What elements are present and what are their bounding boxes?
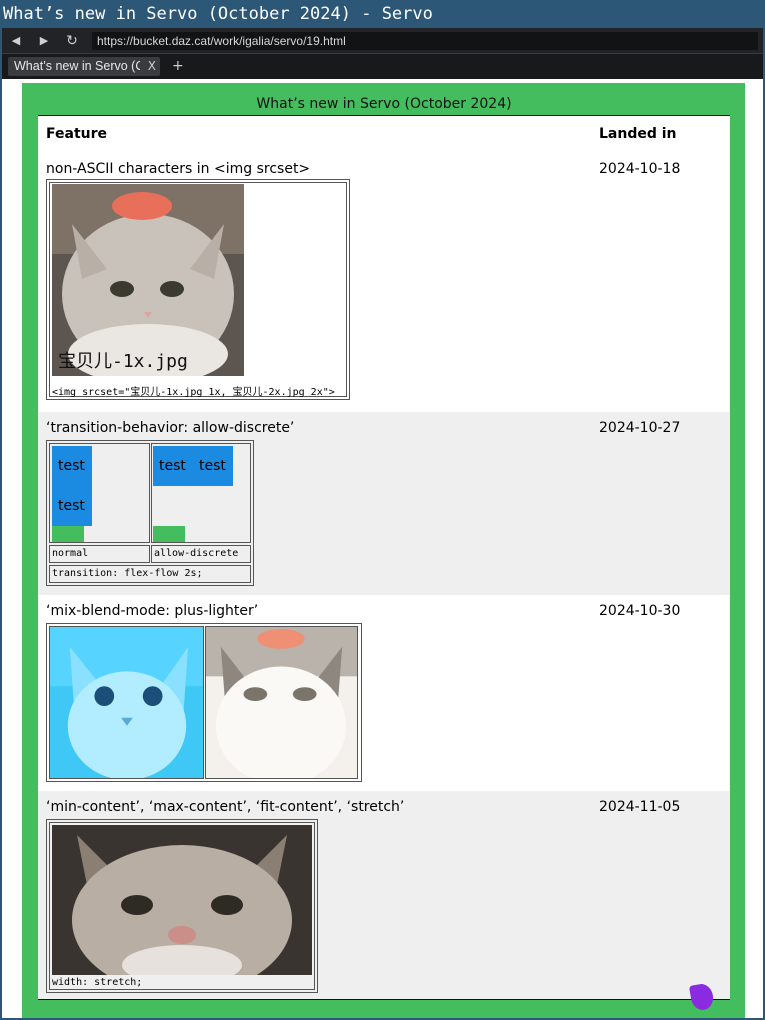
table-row: non-ASCII characters in <img srcset> 202… [38,159,730,412]
landed-date: 2024-10-30 [599,603,681,619]
landed-date: 2024-10-18 [599,161,681,177]
back-button[interactable]: ◀ [5,32,27,50]
test-column: test test [52,446,92,526]
cat-image-wide [52,825,312,975]
reload-icon: ↻ [66,33,78,49]
test-label: test [58,458,85,474]
feature-name: ‘min-content’, ‘max-content’, ‘fit-conte… [46,799,405,815]
test-row: test test [153,446,233,486]
tab-active[interactable]: What’s new in Servo (Octo… X [8,57,160,76]
blend-image-blue [49,626,204,779]
code-sample: <img srcset="宝贝儿-1x.jpg 1x, 宝贝儿-2x.jpg 2… [52,387,335,398]
table-bottom-border [38,999,730,1000]
table-caption: What’s new in Servo (October 2024) [38,92,730,116]
new-tab-button[interactable]: + [172,57,184,76]
toolbar: ◀ ▶ ↻ https://bucket.daz.cat/work/igalia… [2,28,763,54]
feature-name: non-ASCII characters in <img srcset> [46,161,311,177]
feature-name: ‘transition-behavior: allow-discrete’ [46,420,295,436]
demo-inner: width: stretch; [49,822,315,990]
tab-strip: What’s new in Servo (Octo… X + [2,54,763,79]
code-sample: width: stretch; [52,977,143,988]
back-arrow-icon: ◀ [11,34,21,47]
tab-close-button[interactable]: X [148,57,156,76]
label-normal: normal [49,545,150,563]
tab-title: What’s new in Servo (Octo… [14,59,140,73]
window-title: What’s new in Servo (October 2024) - Ser… [0,0,765,28]
cat-image: 宝贝儿-1x.jpg [52,184,244,376]
feature-name: ‘mix-blend-mode: plus-lighter’ [46,603,259,619]
demo-discrete: test test [151,443,251,543]
blend-image-light [205,626,358,779]
landed-date: 2024-10-27 [599,420,681,436]
label-discrete: allow-discrete [151,545,251,563]
test-label: test [159,458,186,474]
browser-window: ◀ ▶ ↻ https://bucket.daz.cat/work/igalia… [2,28,763,1018]
page-content: What’s new in Servo (October 2024) Featu… [22,83,745,1018]
code-sample: transition: flex-flow 2s; [49,565,251,583]
demo-frame [46,623,362,782]
url-bar[interactable]: https://bucket.daz.cat/work/igalia/servo… [92,32,758,50]
demo-frame: width: stretch; [46,819,318,993]
demo-normal: test test [49,443,150,543]
green-bar [153,526,185,542]
image-caption: 宝贝儿-1x.jpg [58,351,188,372]
demo-frame: test test test test normal allow-discret [46,440,254,586]
header-landed: Landed in [599,126,677,142]
demo-frame: 宝贝儿-1x.jpg <img srcset="宝贝儿-1x.jpg 1x, 宝… [46,179,350,400]
forward-arrow-icon: ▶ [39,34,49,47]
header-feature: Feature [46,126,107,142]
green-bar [52,526,84,542]
landed-date: 2024-11-05 [599,799,681,815]
table-row: ‘mix-blend-mode: plus-lighter’ 2024-10-3… [38,595,730,791]
reload-button[interactable]: ↻ [61,32,83,50]
feature-table: What’s new in Servo (October 2024) Featu… [38,92,730,1000]
forward-button[interactable]: ▶ [33,32,55,50]
demo-inner: 宝贝儿-1x.jpg <img srcset="宝贝儿-1x.jpg 1x, 宝… [49,182,347,398]
test-label: test [199,458,226,474]
table-row: ‘transition-behavior: allow-discrete’ 20… [38,412,730,595]
table-row: ‘min-content’, ‘max-content’, ‘fit-conte… [38,791,730,1000]
test-label: test [58,498,85,514]
